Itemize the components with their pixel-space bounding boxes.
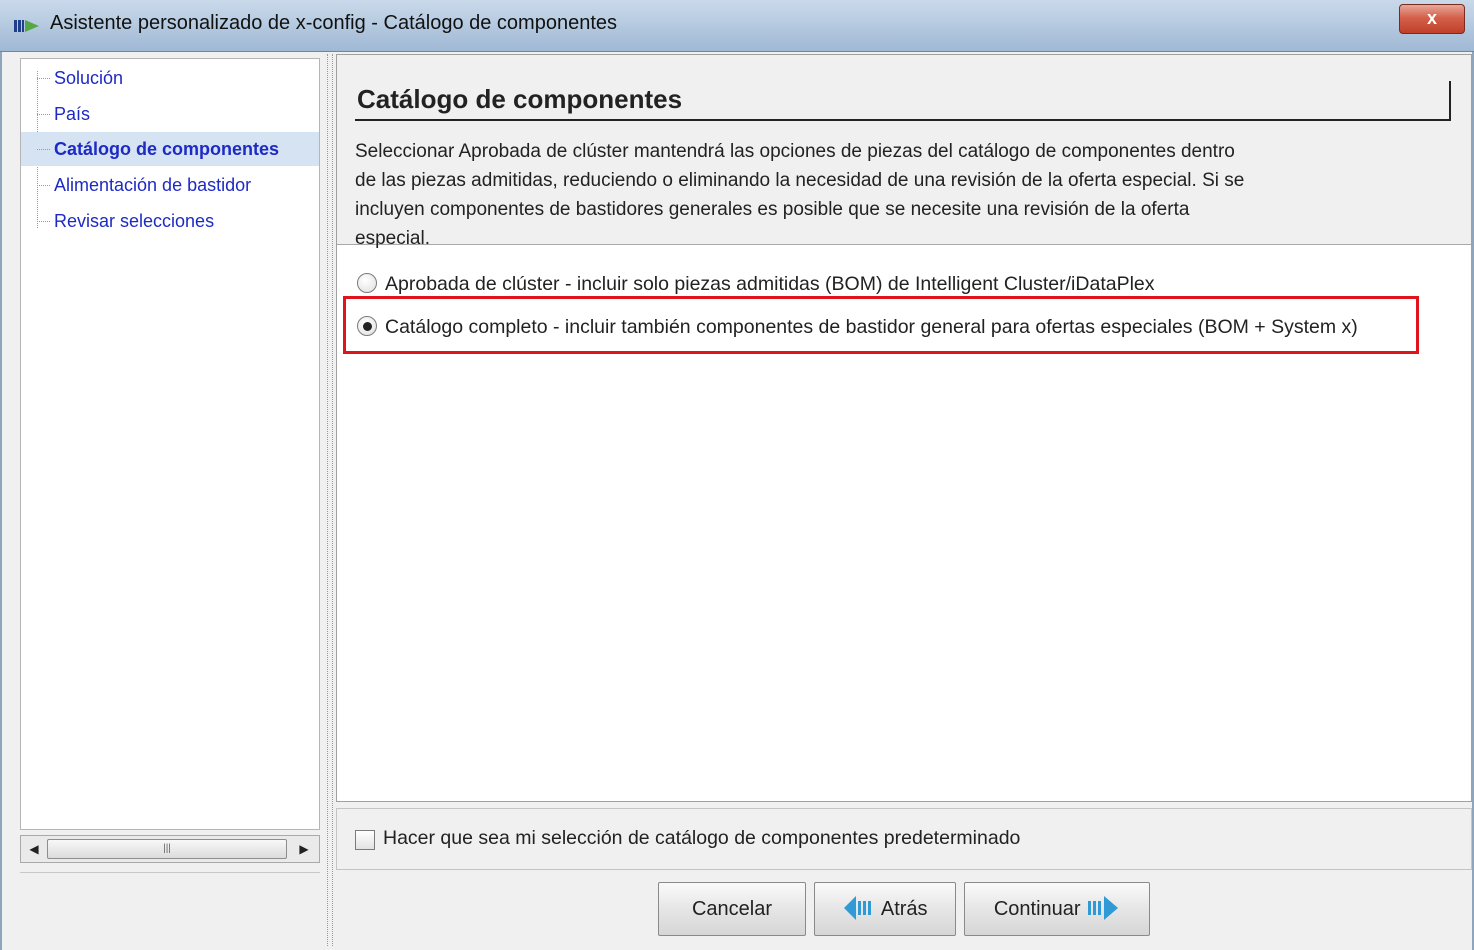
default-selection-checkbox[interactable] xyxy=(355,830,375,850)
scrollbar-thumb[interactable]: ||| xyxy=(47,839,287,859)
continue-button-label: Continuar xyxy=(993,898,1081,920)
panel-splitter[interactable] xyxy=(327,54,333,946)
step-navigation-tree: Solución País Catálogo de componentes Al… xyxy=(20,58,320,830)
wizard-window: Solución País Catálogo de componentes Al… xyxy=(0,52,1474,950)
main-panel: Catálogo de componentes Seleccionar Apro… xyxy=(336,54,1472,802)
nav-horizontal-scrollbar[interactable]: ◀ ||| ▶ xyxy=(20,835,320,863)
page-title: Catálogo de componentes xyxy=(355,81,1451,121)
title-bar: Asistente personalizado de x-config - Ca… xyxy=(0,0,1474,52)
nav-item-revisar-selecciones[interactable]: Revisar selecciones xyxy=(21,204,319,238)
window-title: Asistente personalizado de x-config - Ca… xyxy=(50,12,618,34)
option-label: Aprobada de clúster - incluir solo pieza… xyxy=(385,273,1155,295)
nav-item-label: Catálogo de componentes xyxy=(54,139,280,159)
forward-arrow-icon xyxy=(1088,895,1119,920)
divider xyxy=(20,872,320,873)
back-button[interactable]: Atrás xyxy=(814,882,956,936)
radio-button-selected[interactable] xyxy=(357,315,377,336)
page-header: Catálogo de componentes Seleccionar Apro… xyxy=(337,55,1471,249)
continue-button[interactable]: Continuar xyxy=(964,882,1150,936)
default-selection-label[interactable]: Hacer que sea mi selección de catálogo d… xyxy=(383,827,1020,850)
page-description: Seleccionar Aprobada de clúster mantendr… xyxy=(355,141,1245,249)
cancel-button-label: Cancelar xyxy=(691,898,773,920)
default-selection-row: Hacer que sea mi selección de catálogo d… xyxy=(336,808,1472,870)
option-label: Catálogo completo - incluir también comp… xyxy=(385,316,1358,338)
nav-item-catalogo-componentes[interactable]: Catálogo de componentes xyxy=(21,132,319,166)
option-catalogo-completo[interactable]: Catálogo completo - incluir también comp… xyxy=(357,310,1358,344)
back-button-label: Atrás xyxy=(880,898,928,920)
app-icon xyxy=(14,20,39,32)
nav-item-label: País xyxy=(54,104,91,124)
nav-item-label: Solución xyxy=(54,68,124,88)
scroll-right-arrow-icon[interactable]: ▶ xyxy=(293,838,315,860)
scroll-left-arrow-icon[interactable]: ◀ xyxy=(23,838,45,860)
cancel-button[interactable]: Cancelar xyxy=(658,882,806,936)
nav-item-label: Alimentación de bastidor xyxy=(54,175,252,195)
nav-item-alimentacion-bastidor[interactable]: Alimentación de bastidor xyxy=(21,168,319,202)
nav-item-solucion[interactable]: Solución xyxy=(21,61,319,95)
radio-button[interactable] xyxy=(357,272,377,293)
back-arrow-icon xyxy=(844,895,872,920)
nav-item-label: Revisar selecciones xyxy=(54,211,215,231)
nav-item-pais[interactable]: País xyxy=(21,97,319,131)
close-button[interactable]: x xyxy=(1399,4,1465,34)
